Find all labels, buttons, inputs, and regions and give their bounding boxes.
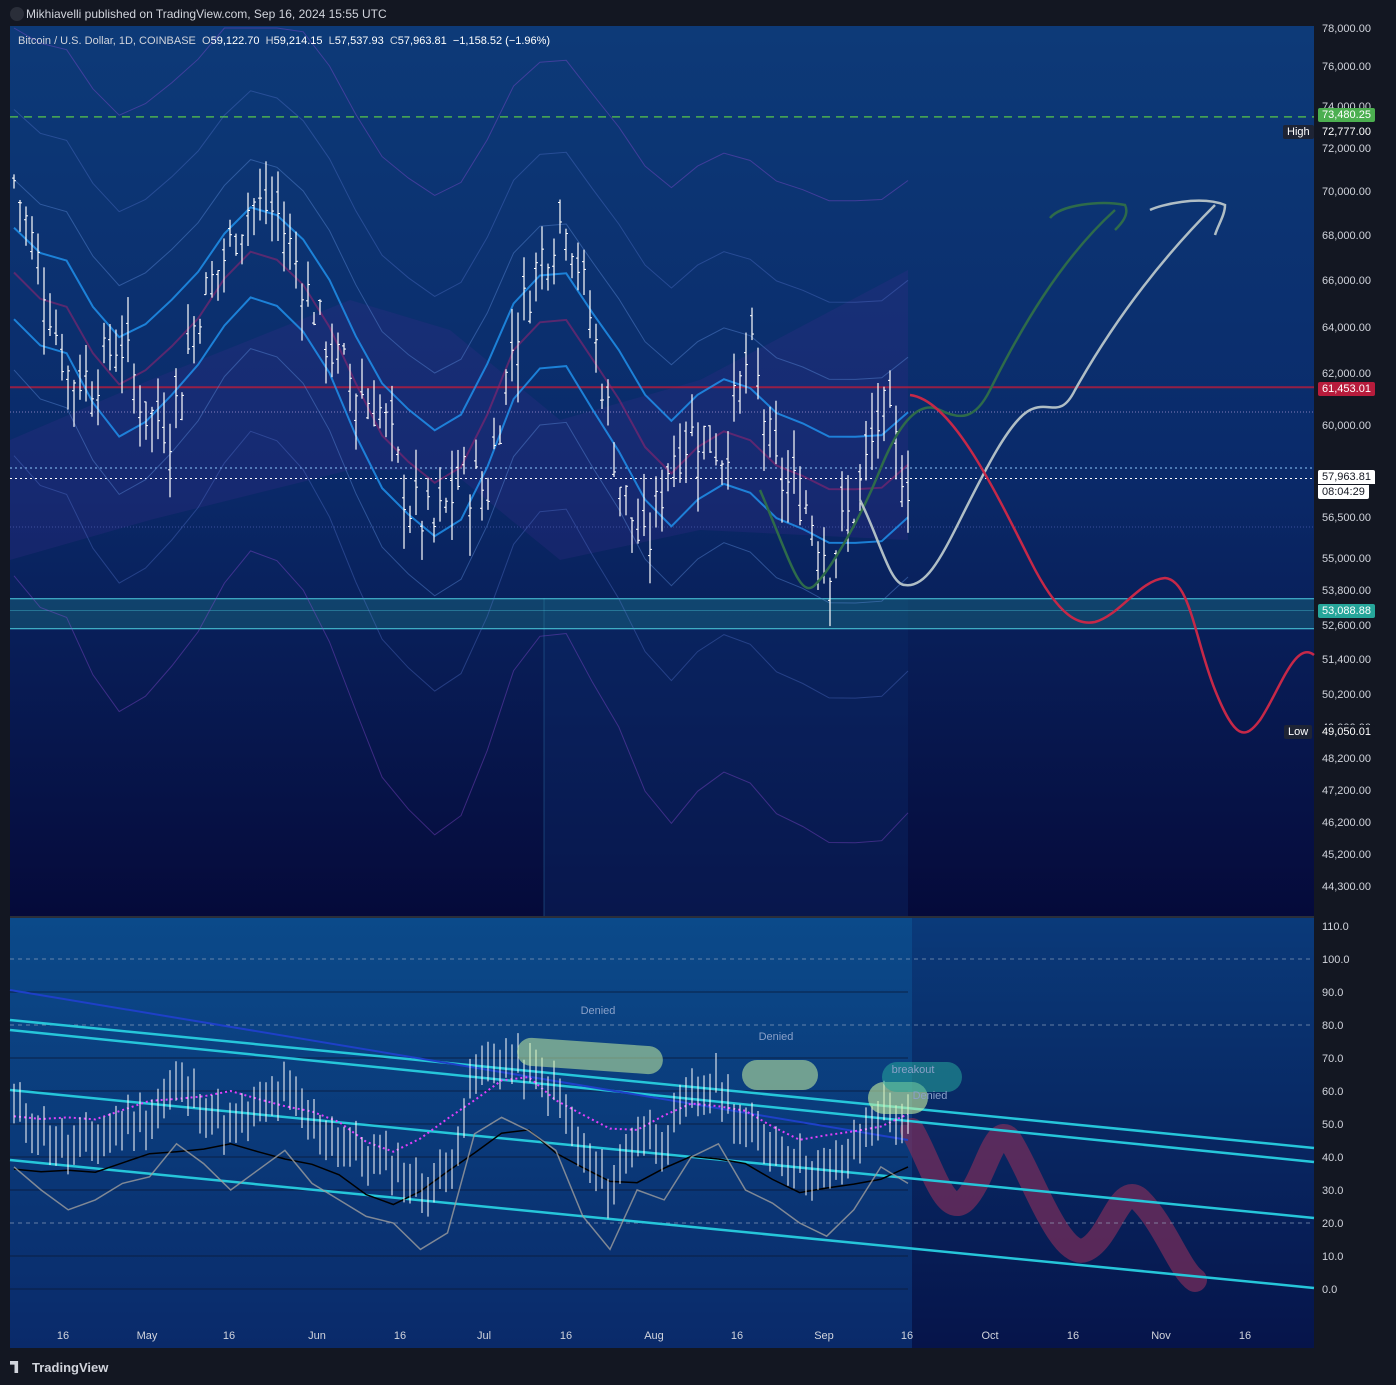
oscillator-pane: [10, 918, 912, 1348]
time-tick-label: Aug: [644, 1330, 664, 1342]
price-tick-label: 66,000.00: [1322, 275, 1371, 287]
time-tick-label: Sep: [814, 1330, 834, 1342]
oscillator-tick-label: 0.0: [1322, 1284, 1337, 1296]
price-tick-label: 45,200.00: [1322, 849, 1371, 861]
tradingview-logo[interactable]: TradingView: [10, 1360, 108, 1375]
low-value: 57,537.93: [334, 35, 384, 47]
time-tick-label: Nov: [1151, 1330, 1171, 1342]
level-tag-red: 61,453.01: [1318, 382, 1375, 396]
support-zone: [10, 598, 1314, 629]
price-tick-label: 47,200.00: [1322, 785, 1371, 797]
brand-name: TradingView: [32, 1360, 109, 1375]
denied-label-1: Denied: [581, 1005, 616, 1017]
price-tick-label: 62,000.00: [1322, 368, 1371, 380]
oscillator-tick-label: 20.0: [1322, 1218, 1343, 1230]
high-label: H: [265, 35, 274, 47]
symbol-legend: Bitcoin / U.S. Dollar, 1D, COINBASE O59,…: [18, 35, 550, 47]
price-tick-label: 72,000.00: [1322, 143, 1371, 155]
price-tick-label: 78,000.00: [1322, 23, 1371, 35]
high-label-tag: High: [1283, 125, 1314, 139]
time-tick-label: Oct: [981, 1330, 998, 1342]
oscillator-tick-label: 100.0: [1322, 954, 1350, 966]
high-value: 59,214.15: [273, 35, 323, 47]
oscillator-tick-label: 90.0: [1322, 987, 1343, 999]
time-tick-label: 16: [394, 1330, 406, 1342]
open-value: 59,122.70: [210, 35, 260, 47]
price-tick-label: 68,000.00: [1322, 230, 1371, 242]
oscillator-tick-label: 10.0: [1322, 1251, 1343, 1263]
price-tick-label: 76,000.00: [1322, 61, 1371, 73]
low-value-tag: 49,050.01: [1318, 725, 1375, 739]
time-tick-label: 16: [731, 1330, 743, 1342]
time-tick-label: 16: [560, 1330, 572, 1342]
oscillator-tick-label: 60.0: [1322, 1086, 1343, 1098]
price-tick-label: 44,300.00: [1322, 881, 1371, 893]
price-tick-label: 48,200.00: [1322, 753, 1371, 765]
open-label: O: [202, 35, 211, 47]
time-tick-label: May: [137, 1330, 158, 1342]
last-price-tag: 57,963.81: [1318, 470, 1375, 484]
price-tick-label: 52,600.00: [1322, 620, 1371, 632]
time-tick-label: 16: [1239, 1330, 1251, 1342]
oscillator-tick-label: 110.0: [1322, 921, 1349, 933]
price-tick-label: 46,200.00: [1322, 817, 1371, 829]
oscillator-tick-label: 40.0: [1322, 1152, 1343, 1164]
time-tick-label: 16: [57, 1330, 69, 1342]
time-tick-label: Jul: [477, 1330, 491, 1342]
time-tick-label: Jun: [308, 1330, 326, 1342]
price-tick-label: 56,500.00: [1322, 512, 1371, 524]
countdown-tag: 08:04:29: [1318, 485, 1369, 499]
time-tick-label: 16: [901, 1330, 913, 1342]
time-tick-label: 16: [1067, 1330, 1079, 1342]
oscillator-axis[interactable]: 110.0 100.0 90.0 80.0 70.0 60.0 50.0 40.0 30.0 20…: [1322, 921, 1350, 1296]
close-value: 57,963.81: [397, 35, 447, 47]
price-tick-label: 64,000.00: [1322, 322, 1371, 334]
change-value: −1,158.52 (−1.96%): [452, 35, 551, 47]
time-tick-label: 16: [223, 1330, 235, 1342]
oscillator-tick-label: 30.0: [1322, 1185, 1343, 1197]
price-tick-label: 70,000.00: [1322, 186, 1371, 198]
chart-canvas[interactable]: Denied Denied Denied breakout 78,000.00 7…: [0, 0, 1396, 1352]
close-label: C: [389, 35, 398, 47]
level-tag-green: 73,480.25: [1318, 108, 1375, 122]
level-tag-teal: 53,088.88: [1318, 604, 1375, 618]
denied-highlight-2: [742, 1060, 818, 1090]
denied-label-3: Denied: [913, 1090, 948, 1102]
oscillator-tick-label: 50.0: [1322, 1119, 1343, 1131]
anchored-region: [544, 598, 908, 916]
tradingview-logo-icon: [10, 1361, 19, 1373]
price-tick-label: 53,800.00: [1322, 585, 1371, 597]
price-tick-label: 50,200.00: [1322, 689, 1371, 701]
denied-label-2: Denied: [759, 1031, 794, 1043]
oscillator-tick-label: 80.0: [1322, 1020, 1343, 1032]
oscillator-projection-area: [912, 918, 1314, 1348]
price-axis[interactable]: 78,000.0076,000.0074,000.0072,000.0070,0…: [1322, 23, 1371, 893]
price-tick-label: 51,400.00: [1322, 654, 1371, 666]
symbol-name: Bitcoin / U.S. Dollar, 1D, COINBASE: [18, 35, 196, 47]
high-value-tag: 72,777.00: [1318, 125, 1375, 139]
oscillator-tick-label: 70.0: [1322, 1053, 1343, 1065]
low-label-tag: Low: [1284, 725, 1313, 739]
breakout-label: breakout: [892, 1064, 935, 1076]
footer: TradingView: [0, 1352, 1396, 1385]
price-tick-label: 60,000.00: [1322, 420, 1371, 432]
price-tick-label: 55,000.00: [1322, 553, 1371, 565]
